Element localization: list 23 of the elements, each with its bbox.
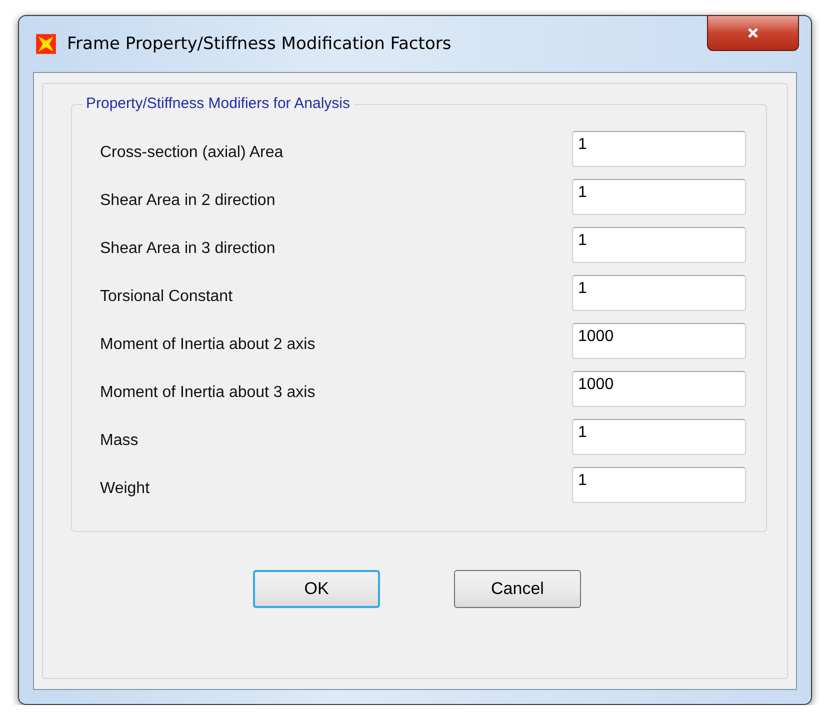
field-label: Torsional Constant (100, 287, 233, 306)
input-field[interactable]: 1 (572, 467, 746, 503)
field-label: Cross-section (axial) Area (100, 143, 284, 162)
input-field[interactable]: 1 (572, 227, 746, 263)
field-label: Mass (100, 431, 138, 450)
field-label: Moment of Inertia about 3 axis (100, 383, 316, 402)
app-icon (35, 33, 57, 55)
field-label: Moment of Inertia about 2 axis (100, 335, 316, 354)
close-button[interactable] (707, 15, 799, 51)
input-field[interactable]: 1 (572, 275, 746, 311)
input-field[interactable]: 1000 (572, 323, 746, 359)
window-title: Frame Property/Stiffness Modification Factors (67, 34, 452, 54)
field-label: Shear Area in 2 direction (100, 191, 276, 210)
field-label: Weight (100, 479, 150, 498)
group-title: Property/Stiffness Modifiers for Analysis (82, 95, 354, 112)
ok-button[interactable]: OK (253, 570, 380, 608)
input-field[interactable]: 1 (572, 419, 746, 455)
close-icon (746, 27, 760, 39)
input-field[interactable]: 1 (572, 179, 746, 215)
input-field[interactable]: 1000 (572, 371, 746, 407)
cancel-button[interactable]: Cancel (454, 570, 581, 608)
field-label: Shear Area in 3 direction (100, 239, 276, 258)
input-field[interactable]: 1 (572, 131, 746, 167)
